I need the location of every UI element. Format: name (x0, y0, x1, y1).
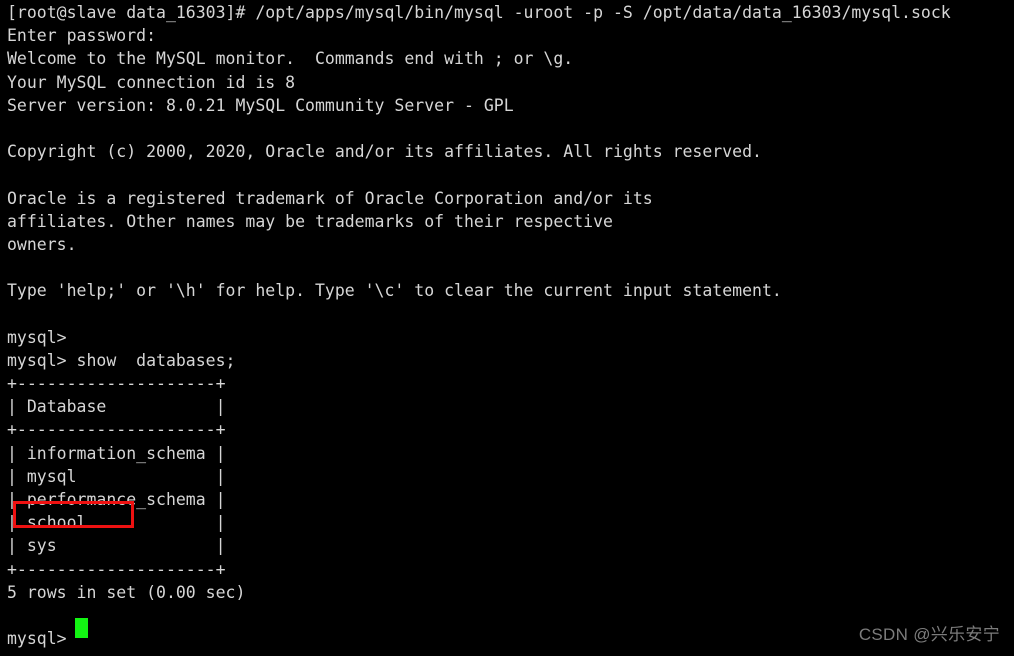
table-border-bottom: +--------------------+ (7, 559, 226, 579)
result-summary: 5 rows in set (0.00 sec) (7, 582, 246, 602)
terminal-cursor (75, 618, 88, 638)
table-row: | mysql | (7, 466, 226, 486)
terminal-line-prompt-empty: mysql> (7, 327, 67, 347)
terminal-line-blank-4 (7, 302, 1014, 325)
terminal-line-trademark-2: affiliates. Other names may be trademark… (7, 211, 613, 231)
table-row: | performance_schema | (7, 489, 226, 509)
terminal-line-shell-command: [root@slave data_16303]# /opt/apps/mysql… (7, 3, 951, 22)
table-row: | sys | (7, 536, 226, 556)
terminal-output[interactable]: [root@slave data_16303]# /opt/apps/mysql… (0, 0, 1014, 656)
table-row-school: | school | (7, 513, 226, 533)
watermark: CSDN @兴乐安宁 (858, 625, 1000, 644)
terminal-line-blank-1 (7, 117, 1014, 140)
table-row: | information_schema | (7, 443, 226, 463)
terminal-line-server-version: Server version: 8.0.21 MySQL Community S… (7, 95, 514, 115)
terminal-line-trademark-3: owners. (7, 234, 77, 254)
terminal-line-help-hint: Type 'help;' or '\h' for help. Type '\c'… (7, 281, 782, 301)
terminal-line-password-prompt: Enter password: (7, 26, 157, 46)
terminal-line-blank-3 (7, 256, 1014, 279)
terminal-line-connection-id: Your MySQL connection id is 8 (7, 72, 296, 92)
table-border-middle: +--------------------+ (7, 420, 226, 440)
terminal-line-copyright: Copyright (c) 2000, 2020, Oracle and/or … (7, 142, 762, 162)
terminal-line-blank-2 (7, 163, 1014, 186)
terminal-line-trademark-1: Oracle is a registered trademark of Orac… (7, 188, 653, 208)
table-header-row: | Database | (7, 397, 226, 417)
table-border-top: +--------------------+ (7, 374, 226, 393)
terminal-line-welcome: Welcome to the MySQL monitor. Commands e… (7, 49, 574, 69)
terminal-line-prompt-command: mysql> show databases; (7, 350, 236, 370)
